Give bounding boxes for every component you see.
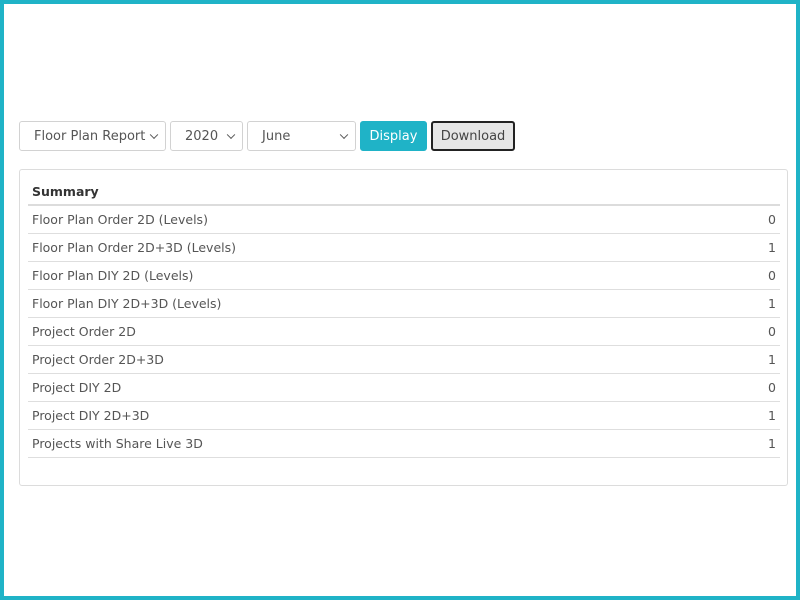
row-label: Floor Plan Order 2D (Levels) bbox=[32, 212, 208, 227]
row-value: 1 bbox=[768, 240, 776, 255]
month-value: June bbox=[262, 128, 291, 144]
row-value: 0 bbox=[768, 380, 776, 395]
row-value: 1 bbox=[768, 408, 776, 423]
summary-table: Summary Floor Plan Order 2D (Levels) 0 Flo… bbox=[28, 178, 780, 458]
year-select[interactable]: 2020 bbox=[170, 121, 243, 151]
chevron-down-icon bbox=[226, 130, 236, 140]
table-row: Project Order 2D+3D 1 bbox=[28, 346, 780, 374]
summary-header: Summary bbox=[28, 178, 780, 206]
report-type-value: Floor Plan Report bbox=[34, 128, 146, 144]
display-button[interactable]: Display bbox=[360, 121, 427, 151]
page-frame: Floor Plan Report 2020 June Display Down… bbox=[0, 0, 800, 600]
month-select[interactable]: June bbox=[247, 121, 356, 151]
summary-panel: Summary Floor Plan Order 2D (Levels) 0 Flo… bbox=[19, 169, 788, 486]
row-value: 0 bbox=[768, 268, 776, 283]
row-label: Project Order 2D bbox=[32, 324, 136, 339]
table-row: Floor Plan DIY 2D (Levels) 0 bbox=[28, 262, 780, 290]
row-value: 0 bbox=[768, 212, 776, 227]
download-button[interactable]: Download bbox=[431, 121, 515, 151]
row-label: Floor Plan Order 2D+3D (Levels) bbox=[32, 240, 236, 255]
row-label: Floor Plan DIY 2D+3D (Levels) bbox=[32, 296, 222, 311]
chevron-down-icon bbox=[149, 130, 159, 140]
row-label: Project DIY 2D+3D bbox=[32, 408, 150, 423]
row-value: 0 bbox=[768, 324, 776, 339]
table-row: Project Order 2D 0 bbox=[28, 318, 780, 346]
table-row: Floor Plan Order 2D+3D (Levels) 1 bbox=[28, 234, 780, 262]
row-label: Project Order 2D+3D bbox=[32, 352, 164, 367]
row-value: 1 bbox=[768, 352, 776, 367]
table-row: Floor Plan DIY 2D+3D (Levels) 1 bbox=[28, 290, 780, 318]
table-row: Project DIY 2D+3D 1 bbox=[28, 402, 780, 430]
table-row: Projects with Share Live 3D 1 bbox=[28, 430, 780, 458]
row-value: 1 bbox=[768, 296, 776, 311]
report-type-select[interactable]: Floor Plan Report bbox=[19, 121, 166, 151]
table-row: Floor Plan Order 2D (Levels) 0 bbox=[28, 206, 780, 234]
row-label: Floor Plan DIY 2D (Levels) bbox=[32, 268, 194, 283]
row-label: Projects with Share Live 3D bbox=[32, 436, 203, 451]
report-controls: Floor Plan Report 2020 June Display Down… bbox=[19, 121, 515, 151]
row-label: Project DIY 2D bbox=[32, 380, 122, 395]
table-row: Project DIY 2D 0 bbox=[28, 374, 780, 402]
chevron-down-icon bbox=[339, 130, 349, 140]
year-value: 2020 bbox=[185, 128, 219, 144]
row-value: 1 bbox=[768, 436, 776, 451]
